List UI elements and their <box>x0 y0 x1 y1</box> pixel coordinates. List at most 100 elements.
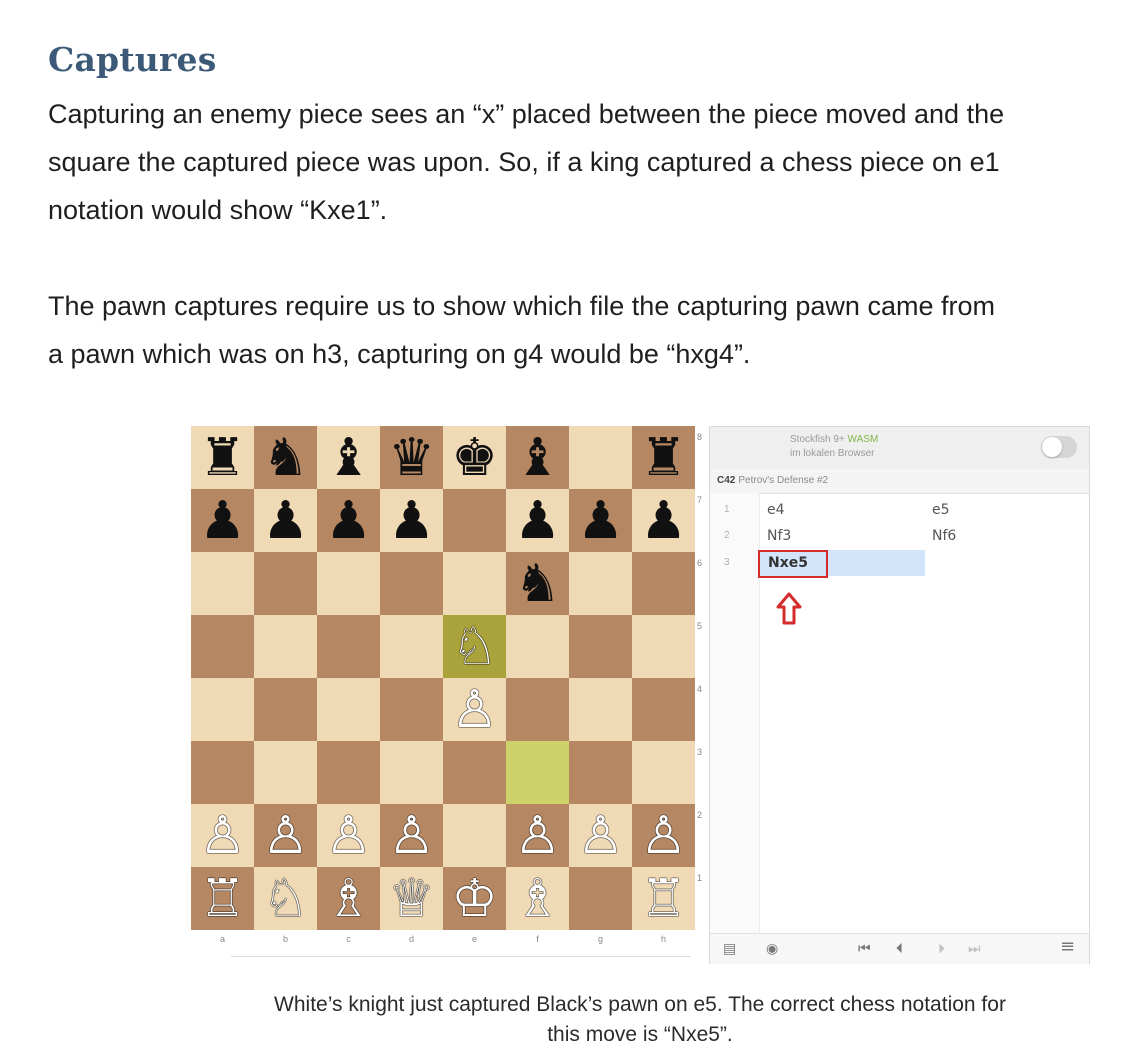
chess-piece-c1[interactable]: ♗ <box>325 873 372 925</box>
square-b3[interactable] <box>254 741 317 804</box>
square-g4[interactable] <box>569 678 632 741</box>
chess-piece-h1[interactable]: ♖ <box>640 873 687 925</box>
move-black[interactable]: Nf6 <box>932 524 956 548</box>
first-move-icon[interactable]: ⏮ <box>858 940 871 958</box>
square-d1[interactable]: ♕ <box>380 867 443 930</box>
square-d3[interactable] <box>380 741 443 804</box>
chess-piece-f8[interactable]: ♝ <box>514 432 561 484</box>
next-move-icon[interactable]: ⏵ <box>938 940 945 958</box>
chess-piece-h2[interactable]: ♙ <box>640 810 687 862</box>
menu-icon[interactable]: ≡ <box>1060 938 1075 956</box>
square-e3[interactable] <box>443 741 506 804</box>
square-b5[interactable] <box>254 615 317 678</box>
square-f7[interactable]: ♟ <box>506 489 569 552</box>
chess-piece-b1[interactable]: ♘ <box>262 873 309 925</box>
chess-piece-d1[interactable]: ♕ <box>388 873 435 925</box>
square-d6[interactable] <box>380 552 443 615</box>
chess-piece-c8[interactable]: ♝ <box>325 432 372 484</box>
book-icon[interactable]: ▤ <box>723 940 736 958</box>
chess-piece-d8[interactable]: ♛ <box>388 432 435 484</box>
square-c5[interactable] <box>317 615 380 678</box>
square-c4[interactable] <box>317 678 380 741</box>
square-h4[interactable] <box>632 678 695 741</box>
square-f1[interactable]: ♗ <box>506 867 569 930</box>
square-f6[interactable]: ♞ <box>506 552 569 615</box>
square-h6[interactable] <box>632 552 695 615</box>
move-black[interactable]: e5 <box>932 498 950 522</box>
square-c1[interactable]: ♗ <box>317 867 380 930</box>
square-g1[interactable] <box>569 867 632 930</box>
chess-board[interactable]: ♜ ♞ ♝ ♛ ♚ ♝ ♜ ♟ ♟ ♟ ♟ ♟ ♟ ♟ ♞ ♘ ♙ ♙ ♙ ♙ ♙ ♙ ♙ ♙ ♖ ♘ ♗ ♕ ♔ ♗ ♖ <box>191 426 695 930</box>
chess-piece-b7[interactable]: ♟ <box>262 495 309 547</box>
chess-piece-e4[interactable]: ♙ <box>451 684 498 736</box>
square-f8[interactable]: ♝ <box>506 426 569 489</box>
square-d5[interactable] <box>380 615 443 678</box>
square-b4[interactable] <box>254 678 317 741</box>
square-c8[interactable]: ♝ <box>317 426 380 489</box>
engine-toggle[interactable] <box>1041 436 1077 458</box>
chess-piece-f6[interactable]: ♞ <box>514 558 561 610</box>
move-white[interactable]: Nf3 <box>767 524 791 548</box>
square-g2[interactable]: ♙ <box>569 804 632 867</box>
square-g7[interactable]: ♟ <box>569 489 632 552</box>
square-g8[interactable] <box>569 426 632 489</box>
square-h8[interactable]: ♜ <box>632 426 695 489</box>
chess-piece-a2[interactable]: ♙ <box>199 810 246 862</box>
chess-piece-g7[interactable]: ♟ <box>577 495 624 547</box>
chess-piece-g2[interactable]: ♙ <box>577 810 624 862</box>
square-a7[interactable]: ♟ <box>191 489 254 552</box>
square-f4[interactable] <box>506 678 569 741</box>
previous-move-icon[interactable]: ⏴ <box>896 940 903 958</box>
square-d7[interactable]: ♟ <box>380 489 443 552</box>
square-h2[interactable]: ♙ <box>632 804 695 867</box>
square-h7[interactable]: ♟ <box>632 489 695 552</box>
chess-piece-f2[interactable]: ♙ <box>514 810 561 862</box>
square-e6[interactable] <box>443 552 506 615</box>
square-h1[interactable]: ♖ <box>632 867 695 930</box>
square-a2[interactable]: ♙ <box>191 804 254 867</box>
square-f5[interactable] <box>506 615 569 678</box>
chess-piece-c7[interactable]: ♟ <box>325 495 372 547</box>
move-white[interactable]: e4 <box>767 498 785 522</box>
square-c3[interactable] <box>317 741 380 804</box>
chess-piece-e5[interactable]: ♘ <box>451 621 498 673</box>
square-f3[interactable] <box>506 741 569 804</box>
square-b1[interactable]: ♘ <box>254 867 317 930</box>
square-b2[interactable]: ♙ <box>254 804 317 867</box>
square-c6[interactable] <box>317 552 380 615</box>
chess-piece-a7[interactable]: ♟ <box>199 495 246 547</box>
square-a3[interactable] <box>191 741 254 804</box>
square-h5[interactable] <box>632 615 695 678</box>
square-b7[interactable]: ♟ <box>254 489 317 552</box>
square-e8[interactable]: ♚ <box>443 426 506 489</box>
square-e5[interactable]: ♘ <box>443 615 506 678</box>
chess-piece-d2[interactable]: ♙ <box>388 810 435 862</box>
chess-piece-b8[interactable]: ♞ <box>262 432 309 484</box>
square-d2[interactable]: ♙ <box>380 804 443 867</box>
chess-piece-h7[interactable]: ♟ <box>640 495 687 547</box>
square-f2[interactable]: ♙ <box>506 804 569 867</box>
chess-piece-a8[interactable]: ♜ <box>199 432 246 484</box>
square-d8[interactable]: ♛ <box>380 426 443 489</box>
chess-piece-f1[interactable]: ♗ <box>514 873 561 925</box>
square-b6[interactable] <box>254 552 317 615</box>
square-c2[interactable]: ♙ <box>317 804 380 867</box>
target-icon[interactable]: ◉ <box>766 940 778 958</box>
chess-piece-c2[interactable]: ♙ <box>325 810 372 862</box>
square-e2[interactable] <box>443 804 506 867</box>
chess-piece-h8[interactable]: ♜ <box>640 432 687 484</box>
chess-piece-f7[interactable]: ♟ <box>514 495 561 547</box>
chess-piece-e1[interactable]: ♔ <box>451 873 498 925</box>
square-a4[interactable] <box>191 678 254 741</box>
square-a1[interactable]: ♖ <box>191 867 254 930</box>
chess-piece-a1[interactable]: ♖ <box>199 873 246 925</box>
chess-piece-d7[interactable]: ♟ <box>388 495 435 547</box>
square-e7[interactable] <box>443 489 506 552</box>
last-move-icon[interactable]: ⏭ <box>968 940 981 958</box>
chess-piece-e8[interactable]: ♚ <box>451 432 498 484</box>
square-e1[interactable]: ♔ <box>443 867 506 930</box>
square-g3[interactable] <box>569 741 632 804</box>
square-g6[interactable] <box>569 552 632 615</box>
square-e4[interactable]: ♙ <box>443 678 506 741</box>
square-a8[interactable]: ♜ <box>191 426 254 489</box>
